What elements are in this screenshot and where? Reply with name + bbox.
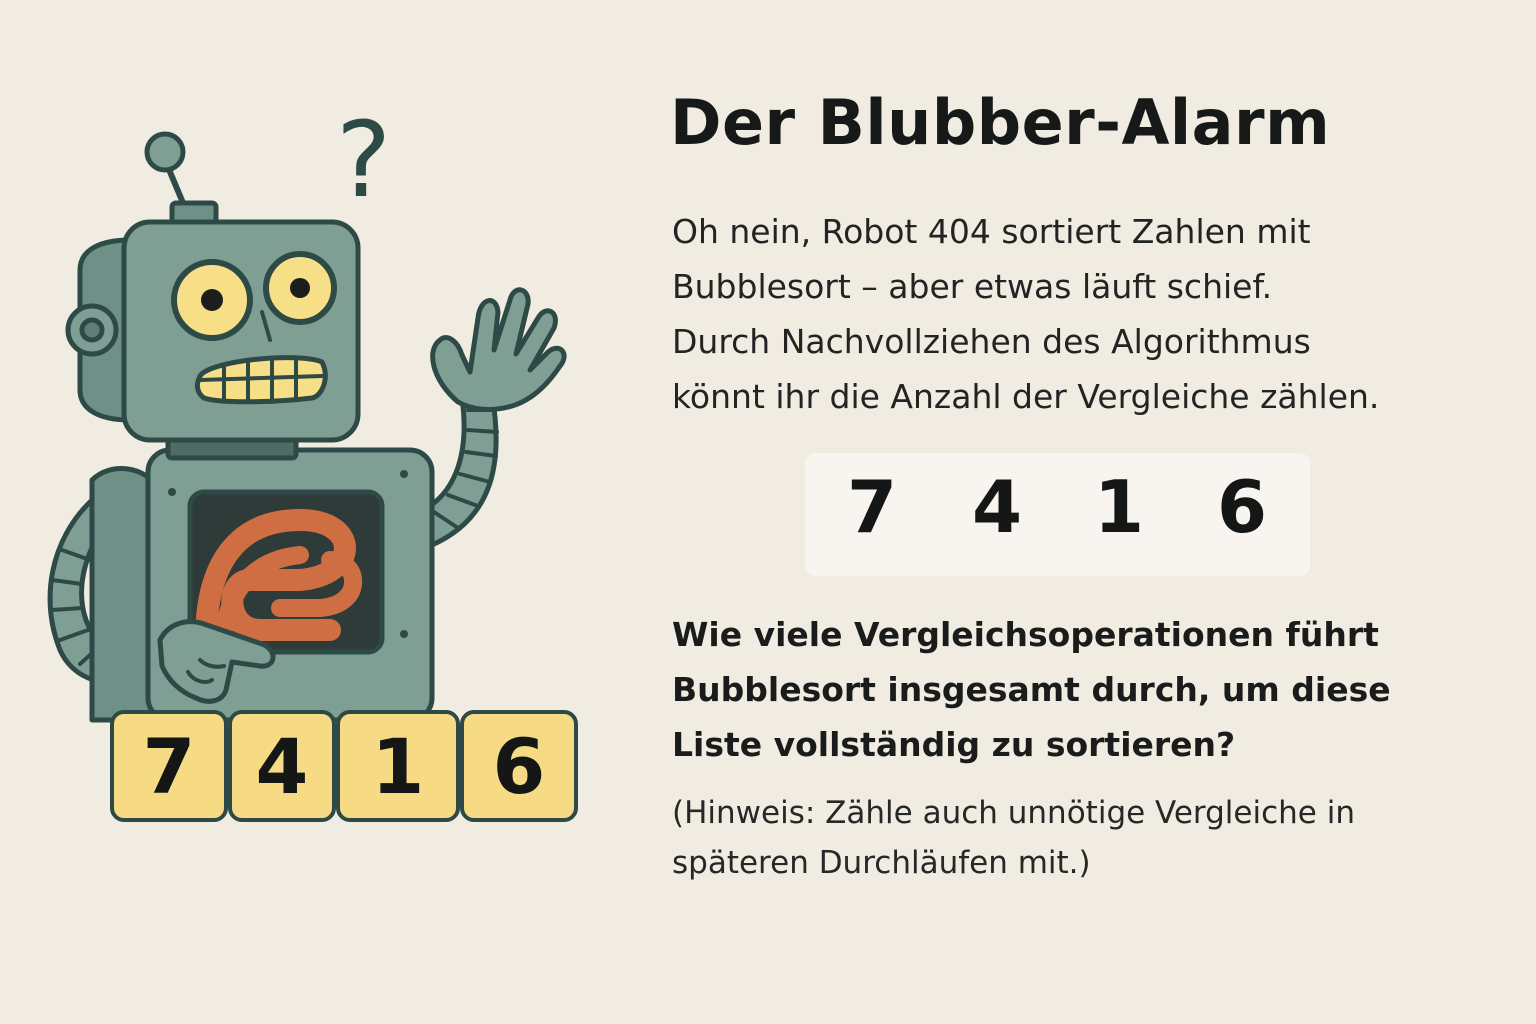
list-number: 6 bbox=[1216, 465, 1268, 549]
intro-line: könnt ihr die Anzahl der Vergleiche zähl… bbox=[672, 377, 1380, 416]
hint-text: (Hinweis: Zähle auch unnötige Vergleiche… bbox=[672, 788, 1492, 888]
question-text: Wie viele Vergleichsoperationen führt Bu… bbox=[672, 607, 1492, 772]
list-number: 7 bbox=[846, 465, 898, 549]
waving-hand-icon bbox=[430, 287, 567, 412]
antenna-ball-icon bbox=[144, 131, 186, 173]
intro-line: Durch Nachvollziehen des Algorithmus bbox=[672, 322, 1311, 361]
question-line: Liste vollständig zu sortieren? bbox=[672, 725, 1236, 764]
number-list-card: 7 4 1 6 bbox=[805, 453, 1310, 576]
hint-line: (Hinweis: Zähle auch unnötige Vergleiche… bbox=[672, 795, 1355, 831]
question-line: Wie viele Vergleichsoperationen führt bbox=[672, 615, 1379, 654]
number-tiles: 7 4 1 6 bbox=[110, 710, 580, 826]
intro-paragraph: Oh nein, Robot 404 sortiert Zahlen mit B… bbox=[672, 204, 1492, 424]
list-number: 1 bbox=[1093, 465, 1145, 549]
page-title: Der Blubber-Alarm bbox=[670, 86, 1331, 159]
hint-line: späteren Durchläufen mit.) bbox=[672, 845, 1091, 881]
list-number: 4 bbox=[971, 465, 1023, 549]
intro-line: Oh nein, Robot 404 sortiert Zahlen mit bbox=[672, 212, 1311, 251]
number-tile: 4 bbox=[228, 710, 336, 822]
number-tile: 6 bbox=[460, 710, 578, 822]
number-tile: 1 bbox=[336, 710, 460, 822]
number-tile: 7 bbox=[110, 710, 228, 822]
question-line: Bubblesort insgesamt durch, um diese bbox=[672, 670, 1391, 709]
question-mark-icon: ? bbox=[336, 99, 391, 221]
robot-illustration: ? bbox=[47, 99, 567, 723]
intro-line: Bubblesort – aber etwas läuft schief. bbox=[672, 267, 1273, 306]
robot-head bbox=[121, 219, 361, 443]
